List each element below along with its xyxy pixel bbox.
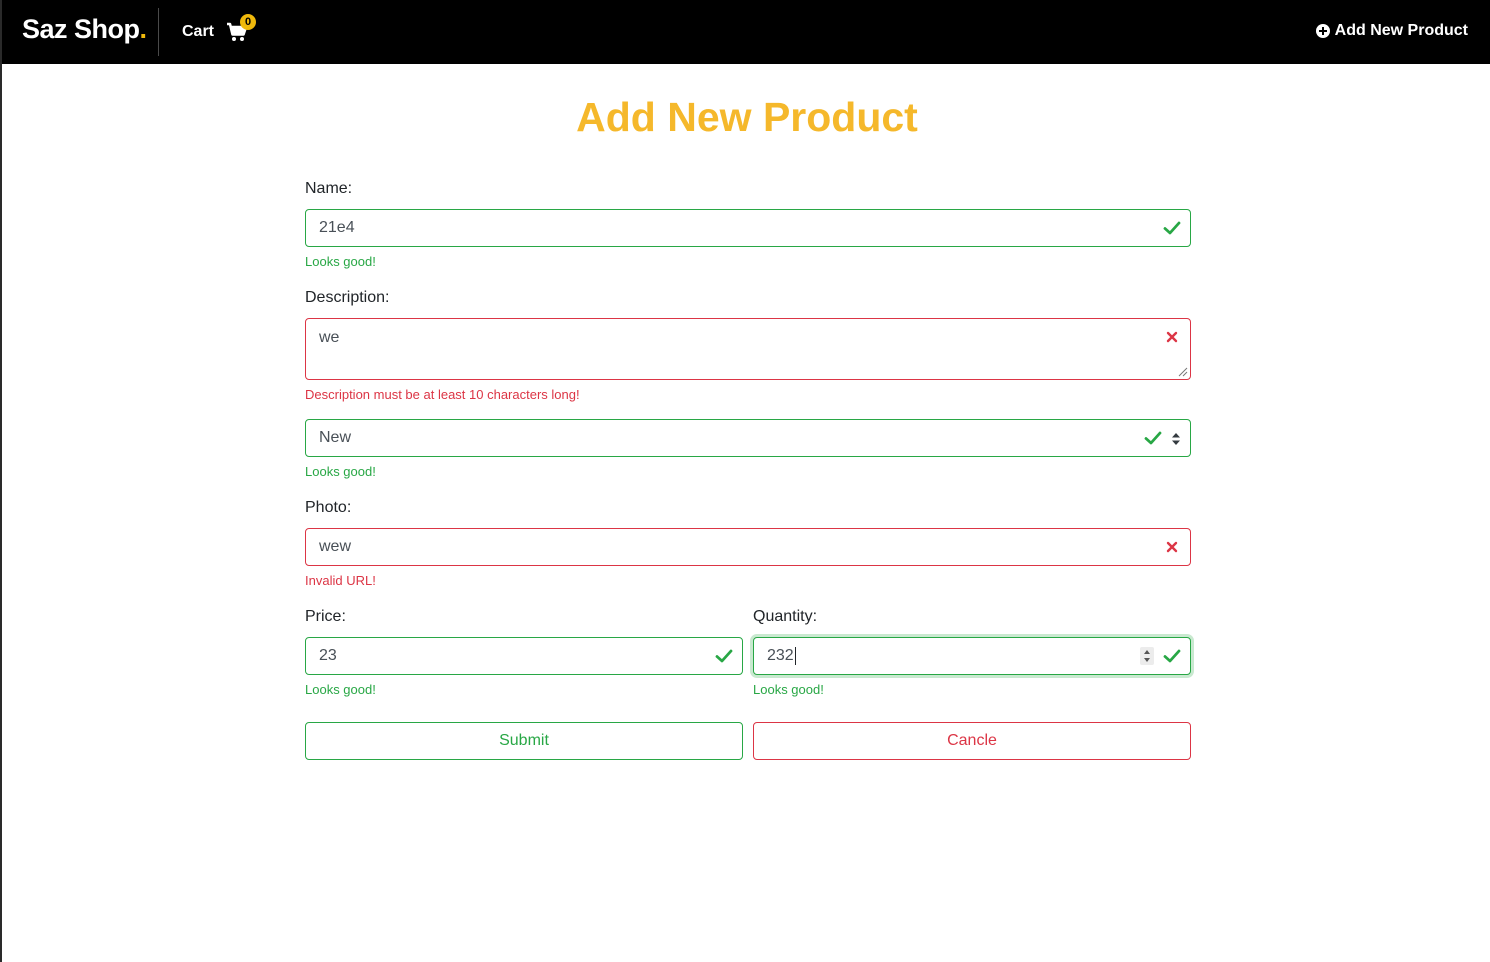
check-icon bbox=[1163, 221, 1181, 235]
plus-circle-icon bbox=[1315, 24, 1330, 38]
description-textarea[interactable]: we bbox=[305, 318, 1191, 380]
name-value: 21e4 bbox=[319, 219, 355, 236]
description-label: Description: bbox=[305, 289, 390, 306]
navbar: Saz Shop. Cart 0 Add New Product bbox=[2, 0, 1490, 64]
add-new-product-label: Add New Product bbox=[1334, 22, 1468, 39]
brand-logo[interactable]: Saz Shop. bbox=[22, 14, 147, 45]
check-icon bbox=[715, 649, 733, 663]
page-title: Add New Product bbox=[576, 94, 918, 140]
price-feedback: Looks good! bbox=[305, 682, 376, 697]
name-input[interactable]: 21e4 bbox=[305, 209, 1191, 247]
add-new-product-link[interactable]: Add New Product bbox=[1315, 22, 1468, 40]
resize-handle-icon[interactable] bbox=[1178, 367, 1188, 377]
cancel-button[interactable]: Cancle bbox=[753, 722, 1191, 760]
description-feedback: Description must be at least 10 characte… bbox=[305, 387, 580, 402]
price-label: Price: bbox=[305, 608, 346, 625]
photo-feedback: Invalid URL! bbox=[305, 573, 376, 588]
brand-dot: . bbox=[139, 14, 148, 44]
spinner-arrows-icon[interactable] bbox=[1140, 647, 1154, 665]
sort-arrows-icon bbox=[1172, 433, 1180, 445]
condition-value: New bbox=[319, 429, 352, 446]
description-value: we bbox=[319, 329, 340, 346]
name-feedback: Looks good! bbox=[305, 254, 376, 269]
photo-label: Photo: bbox=[305, 499, 352, 516]
photo-input[interactable]: wew bbox=[305, 528, 1191, 566]
quantity-input[interactable]: 232 bbox=[753, 637, 1191, 675]
check-icon bbox=[1163, 649, 1181, 663]
x-icon bbox=[1166, 541, 1178, 553]
name-label: Name: bbox=[305, 180, 353, 197]
brand-text: Saz Shop bbox=[22, 14, 140, 44]
text-caret bbox=[794, 647, 796, 665]
x-icon bbox=[1166, 331, 1178, 343]
cart-link[interactable]: Cart bbox=[182, 22, 248, 42]
photo-value: wew bbox=[319, 538, 352, 555]
condition-feedback: Looks good! bbox=[305, 464, 376, 479]
check-icon bbox=[1144, 431, 1162, 445]
condition-select[interactable]: New bbox=[305, 419, 1191, 457]
cart-label: Cart bbox=[182, 23, 215, 40]
quantity-feedback: Looks good! bbox=[753, 682, 824, 697]
quantity-label: Quantity: bbox=[753, 608, 818, 625]
price-input[interactable]: 23 bbox=[305, 637, 743, 675]
cart-count-badge: 0 bbox=[240, 14, 256, 30]
price-value: 23 bbox=[319, 647, 337, 664]
nav-divider bbox=[158, 8, 159, 56]
quantity-value: 232 bbox=[767, 647, 794, 664]
submit-button[interactable]: Submit bbox=[305, 722, 743, 760]
